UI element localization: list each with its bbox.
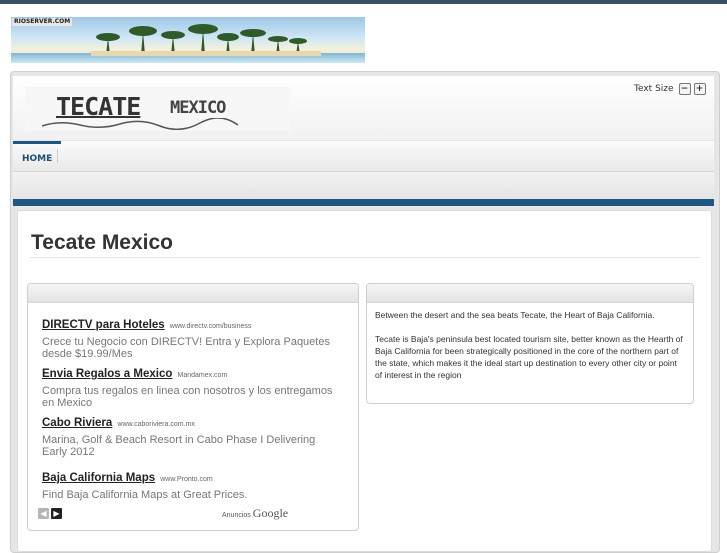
ad-url[interactable]: www.directv.com/business <box>170 323 252 330</box>
logo-signature-icon <box>41 118 239 130</box>
ad-title-link[interactable]: DIRECTV para Hoteles <box>42 319 165 331</box>
ad-title-link[interactable]: Cabo Riviera <box>42 417 112 429</box>
intro-paragraph: Between the desert and the sea beats Tec… <box>375 310 655 320</box>
ad-attribution[interactable]: Anuncios Google <box>222 506 288 521</box>
ad-attribution-label: Anuncios <box>222 512 251 519</box>
ad-pager: ◀ ▶ <box>38 508 62 519</box>
nav-separator <box>57 149 58 163</box>
site-logo-sub[interactable]: MEXICO <box>170 98 226 118</box>
increase-text-icon[interactable]: + <box>693 83 706 95</box>
ad-description: Marina, Golf & Beach Resort in Cabo Phas… <box>42 434 316 458</box>
top-bar <box>0 0 727 4</box>
next-arrow-icon[interactable]: ▶ <box>51 508 62 519</box>
ad-attribution-brand: Google <box>252 506 289 520</box>
prev-arrow-icon[interactable]: ◀ <box>38 508 49 519</box>
ad-description: Crece tu Negocio con DIRECTV! Entra y Ex… <box>42 336 330 360</box>
ad-item: Baja California Maps www.Pronto.com Find… <box>42 466 342 501</box>
ad-item: Envia Regalos a Mexico Mandamex.com Comp… <box>42 362 342 409</box>
page-title: Tecate Mexico <box>31 231 174 254</box>
ad-item: Cabo Riviera www.caboriviera.com.mx Mari… <box>42 411 342 458</box>
banner-label: RIOSERVER.COM <box>12 18 73 26</box>
ad-description: Find Baja California Maps at Great Price… <box>42 489 248 501</box>
ad-url[interactable]: www.caboriviera.com.mx <box>117 421 194 428</box>
nav-item-home[interactable]: HOME <box>13 141 62 171</box>
intro-panel-header <box>367 284 693 303</box>
accent-divider <box>13 199 714 206</box>
sub-nav-bar <box>13 172 714 199</box>
text-size-label: Text Size <box>634 84 674 94</box>
intro-text: Between the desert and the sea beats Tec… <box>375 309 685 393</box>
ads-panel-header <box>28 284 358 303</box>
ad-url[interactable]: Mandamex.com <box>177 372 227 379</box>
ad-item: DIRECTV para Hoteles www.directv.com/bus… <box>42 313 342 360</box>
title-divider <box>30 257 700 258</box>
text-size-control: Text Size − + <box>634 83 706 95</box>
site-logo-main[interactable]: TECATE <box>56 92 141 121</box>
ad-description: Compra tus regalos en linea con nosotros… <box>42 385 333 409</box>
ad-title-link[interactable]: Baja California Maps <box>42 472 155 484</box>
ad-title-link[interactable]: Envia Regalos a Mexico <box>42 368 172 380</box>
main-nav: HOME <box>13 141 714 172</box>
ad-url[interactable]: www.Pronto.com <box>160 476 213 483</box>
decrease-text-icon[interactable]: − <box>678 83 691 95</box>
intro-paragraph: Tecate is Baja's peninsula best located … <box>375 334 683 380</box>
banner-image[interactable]: RIOSERVER.COM <box>11 17 365 63</box>
